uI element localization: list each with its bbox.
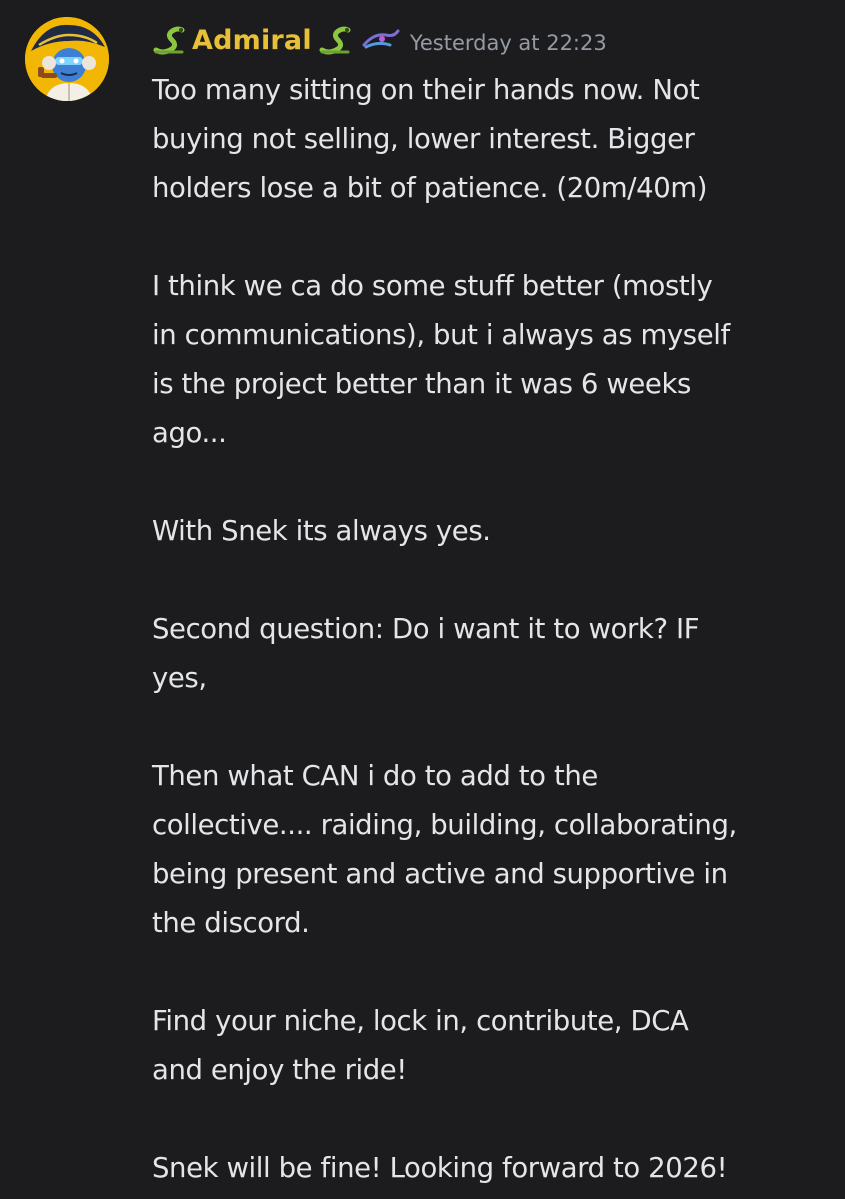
user-avatar[interactable] [25,17,109,101]
message-paragraph: I think we ca do some stuff better (most… [152,270,730,449]
message-content: Too many sitting on their hands now. Not… [152,66,832,1193]
snake-icon [318,24,352,56]
timestamp[interactable]: Yesterday at 22:23 [410,31,607,55]
message-paragraph: Snek will be fine! Looking forward to 20… [152,1152,728,1184]
message-paragraph: Second question: Do i want it to work? I… [152,613,700,694]
username[interactable]: Admiral [192,25,312,56]
role-badge-icon[interactable] [360,27,400,53]
message-paragraph: Too many sitting on their hands now. Not… [152,74,708,204]
message-paragraph: With Snek its always yes. [152,515,491,547]
message-header: Admiral Yesterday at 22:23 [152,20,607,60]
message-paragraph: Find your niche, lock in, contribute, DC… [152,1005,689,1086]
message-paragraph: Then what CAN i do to add to the collect… [152,760,737,939]
snake-icon [152,24,186,56]
admiral-avatar-icon [25,17,109,101]
chat-message: Admiral Yesterday at 22:23 Too many sitt… [0,0,845,1199]
